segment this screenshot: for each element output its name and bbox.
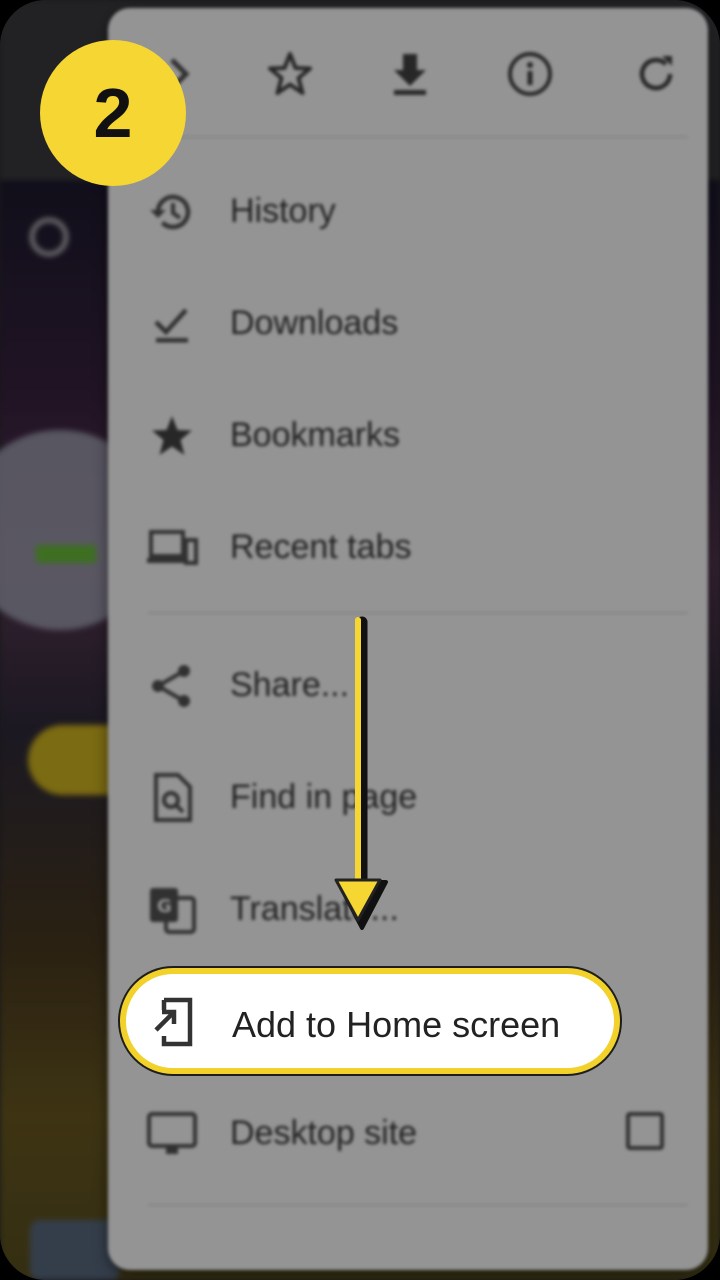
menu-item-label: Add to Home screen bbox=[232, 1004, 561, 1045]
screen-frame: History Downloads Bookmarks Recent tabs bbox=[0, 0, 720, 1280]
menu-item-add-to-home-screen[interactable]: Add to Home screen bbox=[120, 968, 620, 1074]
arrow-down-icon bbox=[334, 616, 388, 930]
add-to-home-icon bbox=[150, 996, 202, 1048]
step-number: 2 bbox=[93, 74, 133, 152]
step-number-badge: 2 bbox=[40, 40, 186, 186]
